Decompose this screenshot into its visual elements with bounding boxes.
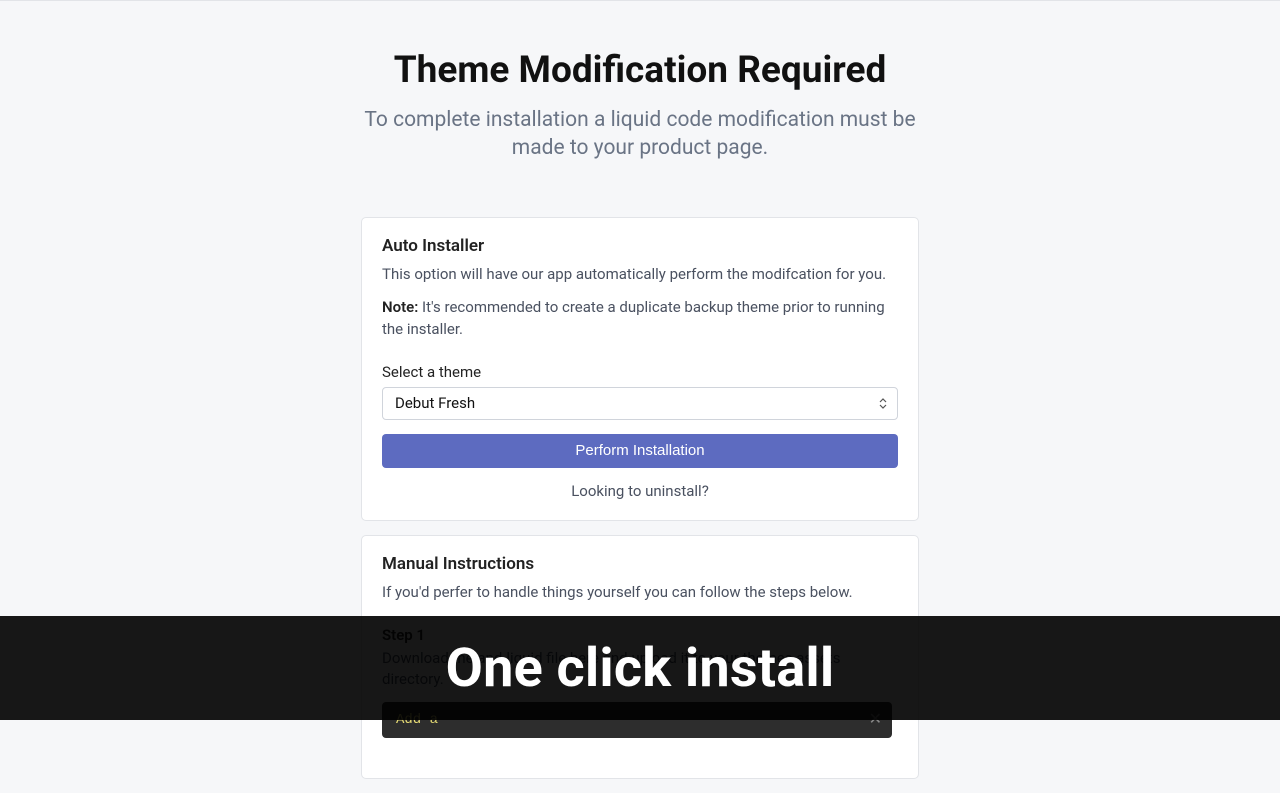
uninstall-link[interactable]: Looking to uninstall?: [382, 482, 898, 500]
auto-installer-description: This option will have our app automatica…: [382, 264, 898, 286]
manual-instructions-title: Manual Instructions: [382, 554, 898, 574]
overlay-banner-text: One click install: [446, 637, 835, 700]
page-title: Theme Modification Required: [394, 49, 887, 92]
perform-installation-button[interactable]: Perform Installation: [382, 434, 898, 468]
theme-select-value[interactable]: Debut Fresh: [382, 387, 898, 420]
note-text: It's recommended to create a duplicate b…: [382, 298, 885, 338]
page-subtitle: To complete installation a liquid code m…: [340, 106, 940, 163]
auto-installer-card: Auto Installer This option will have our…: [361, 217, 919, 521]
theme-select-label: Select a theme: [382, 363, 898, 381]
overlay-banner: One click install: [0, 616, 1280, 720]
auto-installer-note: Note: It's recommended to create a dupli…: [382, 297, 898, 341]
auto-installer-title: Auto Installer: [382, 236, 898, 256]
theme-select[interactable]: Debut Fresh: [382, 387, 898, 420]
note-label: Note:: [382, 298, 418, 316]
manual-instructions-description: If you'd perfer to handle things yoursel…: [382, 582, 898, 604]
